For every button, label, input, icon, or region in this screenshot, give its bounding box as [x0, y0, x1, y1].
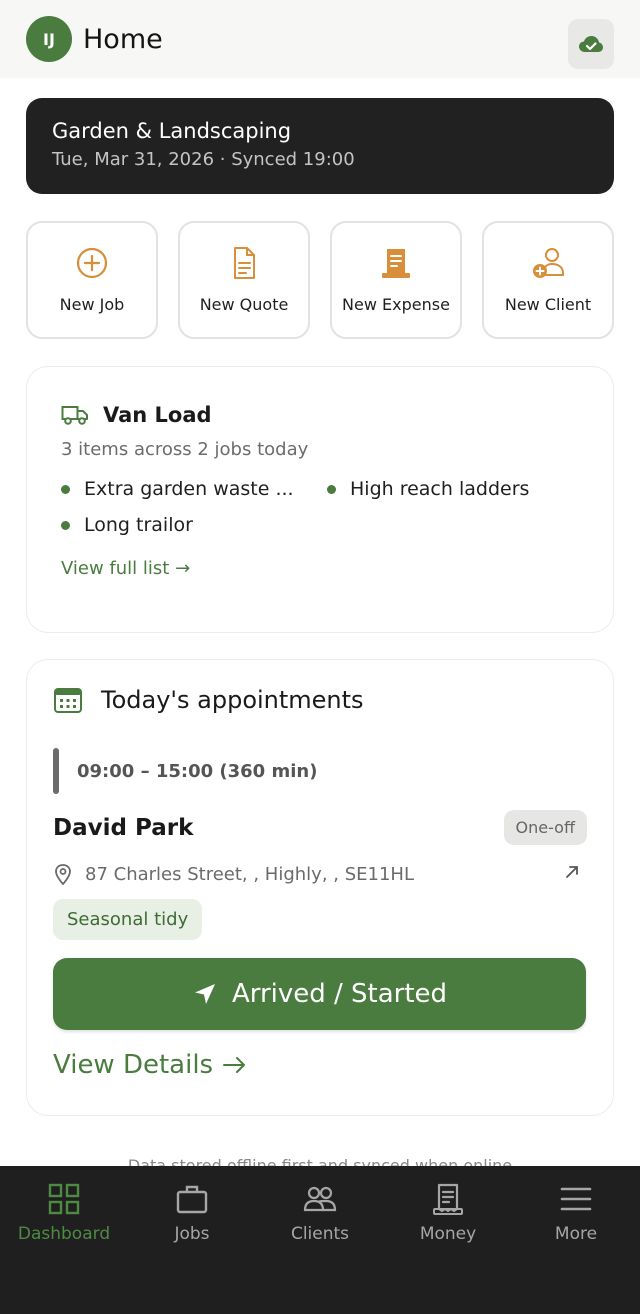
grid-icon [48, 1183, 80, 1215]
nav-dashboard[interactable]: Dashboard [0, 1166, 128, 1314]
arrived-started-button[interactable]: Arrived / Started [53, 958, 586, 1030]
navigation-arrow-icon [194, 984, 215, 1004]
appointment-time: 09:00 – 15:00 (360 min) [53, 748, 587, 794]
external-link-icon[interactable] [563, 863, 581, 881]
arrow-right-icon [223, 1057, 246, 1073]
view-full-list-link[interactable]: View full list → [61, 558, 190, 579]
new-job-button[interactable]: New Job [26, 221, 158, 339]
new-expense-button[interactable]: New Expense [330, 221, 462, 339]
plus-circle-icon [76, 247, 108, 279]
new-client-button[interactable]: New Client [482, 221, 614, 339]
map-pin-icon [55, 864, 71, 885]
app-header: IJ Home [0, 0, 640, 78]
job-type-badge: One-off [503, 810, 587, 845]
list-item: High reach ladders [327, 478, 529, 500]
service-tag: Seasonal tidy [53, 899, 203, 940]
new-client-label: New Client [504, 295, 592, 314]
sync-button[interactable] [568, 19, 614, 69]
van-load-items: Extra garden waste ... High reach ladder… [61, 478, 579, 536]
users-icon [303, 1186, 337, 1212]
van-load-card: Van Load 3 items across 2 jobs today Ext… [26, 366, 614, 633]
nav-jobs[interactable]: Jobs [128, 1166, 256, 1314]
new-expense-label: New Expense [342, 295, 450, 314]
cloud-check-icon [579, 36, 603, 52]
van-load-summary: 3 items across 2 jobs today [61, 439, 309, 460]
appointment-address[interactable]: 87 Charles Street, , Highly, , SE11HL [53, 863, 587, 885]
document-icon [234, 247, 255, 279]
menu-icon [560, 1187, 592, 1211]
appointments-title: Today's appointments [101, 686, 364, 714]
avatar[interactable]: IJ [26, 16, 72, 62]
page-title: Home [83, 23, 163, 55]
new-quote-button[interactable]: New Quote [178, 221, 310, 339]
quick-actions: New Job New Quote New Expense New Client [26, 221, 614, 339]
client-name[interactable]: David Park [53, 815, 193, 841]
sync-status: Tue, Mar 31, 2026 · Synced 19:00 [52, 149, 355, 170]
business-banner: Garden & Landscaping Tue, Mar 31, 2026 ·… [26, 98, 614, 194]
van-load-title: Van Load [103, 403, 212, 427]
receipt-icon [382, 249, 410, 278]
list-item: Long trailor [61, 514, 327, 536]
new-quote-label: New Quote [199, 295, 289, 314]
view-details-link[interactable]: View Details [53, 1050, 587, 1080]
appointments-card: Today's appointments 09:00 – 15:00 (360 … [26, 659, 614, 1116]
briefcase-icon [176, 1185, 208, 1214]
bottom-nav: Dashboard Jobs Clients Money More [0, 1166, 640, 1314]
calendar-icon [54, 688, 82, 713]
new-job-label: New Job [59, 295, 125, 314]
nav-more[interactable]: More [512, 1166, 640, 1314]
receipt-icon [433, 1183, 463, 1215]
list-item: Extra garden waste ... [61, 478, 327, 500]
nav-money[interactable]: Money [384, 1166, 512, 1314]
business-name: Garden & Landscaping [52, 119, 292, 143]
truck-icon [61, 406, 88, 425]
nav-clients[interactable]: Clients [256, 1166, 384, 1314]
user-plus-icon [533, 248, 564, 278]
